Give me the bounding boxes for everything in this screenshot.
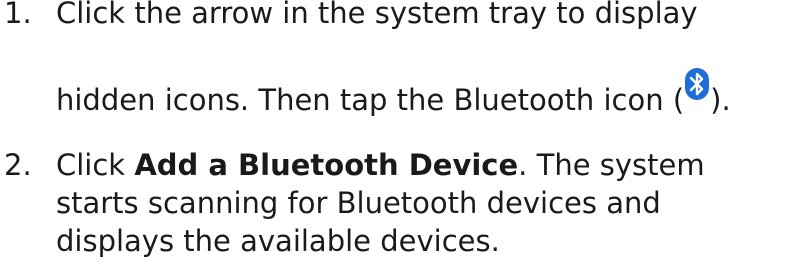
step-1-line-1: Click the arrow in the system tray to di… [56,0,698,30]
add-bluetooth-device-label: Add a Bluetooth Device [134,148,519,182]
step-2-line-2: starts scanning for Bluetooth devices an… [56,186,661,220]
step-2-number: 2. [4,148,32,182]
bluetooth-icon [685,68,710,100]
step-2-line-3: displays the available devices. [56,224,500,258]
step-2: 2. Click Add a Bluetooth Device. The sys… [0,140,785,278]
step-2-line-1: Click Add a Bluetooth Device. The system [56,148,705,182]
step-1-line-2-text: hidden icons. Then tap the Bluetooth ico… [56,83,685,117]
step-2-line-1-start: Click [56,148,135,182]
step-2-line-1-end: . The system [518,148,705,182]
step-1-line-2-end: ). [710,83,731,117]
step-1: 1. Click the arrow in the system tray to… [0,0,785,140]
step-1-number: 1. [4,0,32,30]
step-1-line-2: hidden icons. Then tap the Bluetooth ico… [56,68,731,117]
